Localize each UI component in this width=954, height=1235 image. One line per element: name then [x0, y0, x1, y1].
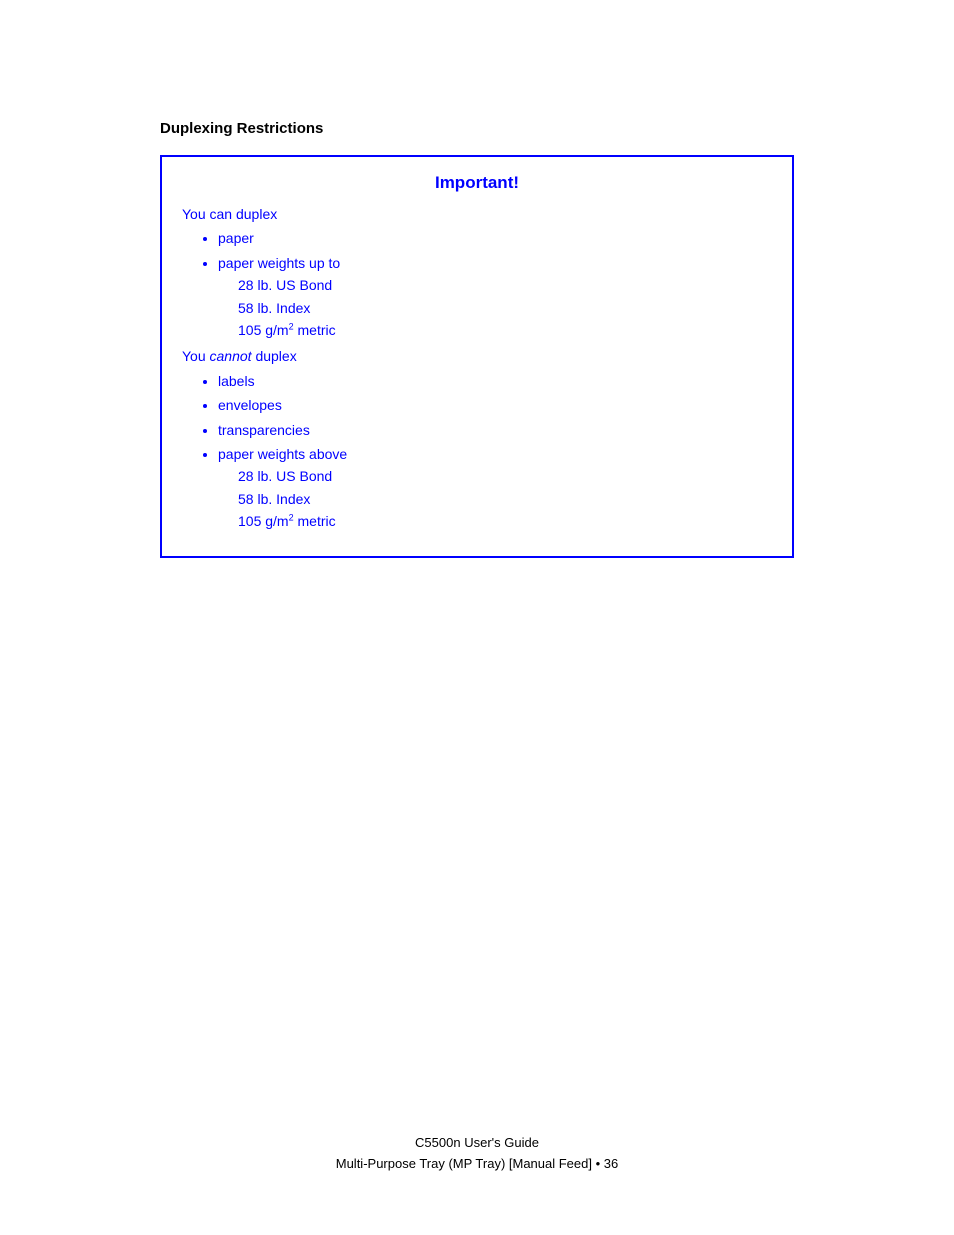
cannot-duplex-labels: labels [218, 370, 772, 392]
cannot-duplex-weights: paper weights above 28 lb. US Bond 58 lb… [218, 443, 772, 533]
cannot-duplex-sub-1: 28 lb. US Bond [238, 465, 772, 487]
page-content: Duplexing Restrictions Important! You ca… [0, 0, 954, 668]
can-duplex-paper: paper [218, 227, 772, 249]
section-title: Duplexing Restrictions [160, 120, 794, 137]
box-text: You can duplex paper paper weights up to… [182, 203, 772, 532]
footer: C5500n User's Guide Multi-Purpose Tray (… [0, 1133, 954, 1175]
can-duplex-sub-1: 28 lb. US Bond [238, 274, 772, 296]
footer-line1: C5500n User's Guide [0, 1133, 954, 1154]
cannot-duplex-sub-list: 28 lb. US Bond 58 lb. Index 105 g/m2 met… [218, 465, 772, 532]
can-duplex-sub-2: 58 lb. Index [238, 297, 772, 319]
can-duplex-weights: paper weights up to 28 lb. US Bond 58 lb… [218, 252, 772, 342]
cannot-duplex-transparencies: transparencies [218, 419, 772, 441]
can-duplex-label: You can duplex [182, 203, 772, 225]
cannot-duplex-sub-2: 58 lb. Index [238, 488, 772, 510]
cannot-italic: cannot [210, 348, 252, 364]
footer-line2: Multi-Purpose Tray (MP Tray) [Manual Fee… [0, 1154, 954, 1175]
cannot-duplex-label: You cannot duplex [182, 345, 772, 367]
cannot-duplex-list: labels envelopes transparencies paper we… [182, 370, 772, 533]
can-duplex-sub-3: 105 g/m2 metric [238, 319, 772, 341]
cannot-duplex-envelopes: envelopes [218, 394, 772, 416]
can-duplex-list: paper paper weights up to 28 lb. US Bond… [182, 227, 772, 341]
important-box: Important! You can duplex paper paper we… [160, 155, 794, 558]
cannot-duplex-sub-3: 105 g/m2 metric [238, 510, 772, 532]
important-heading: Important! [182, 173, 772, 193]
can-duplex-sub-list: 28 lb. US Bond 58 lb. Index 105 g/m2 met… [218, 274, 772, 341]
